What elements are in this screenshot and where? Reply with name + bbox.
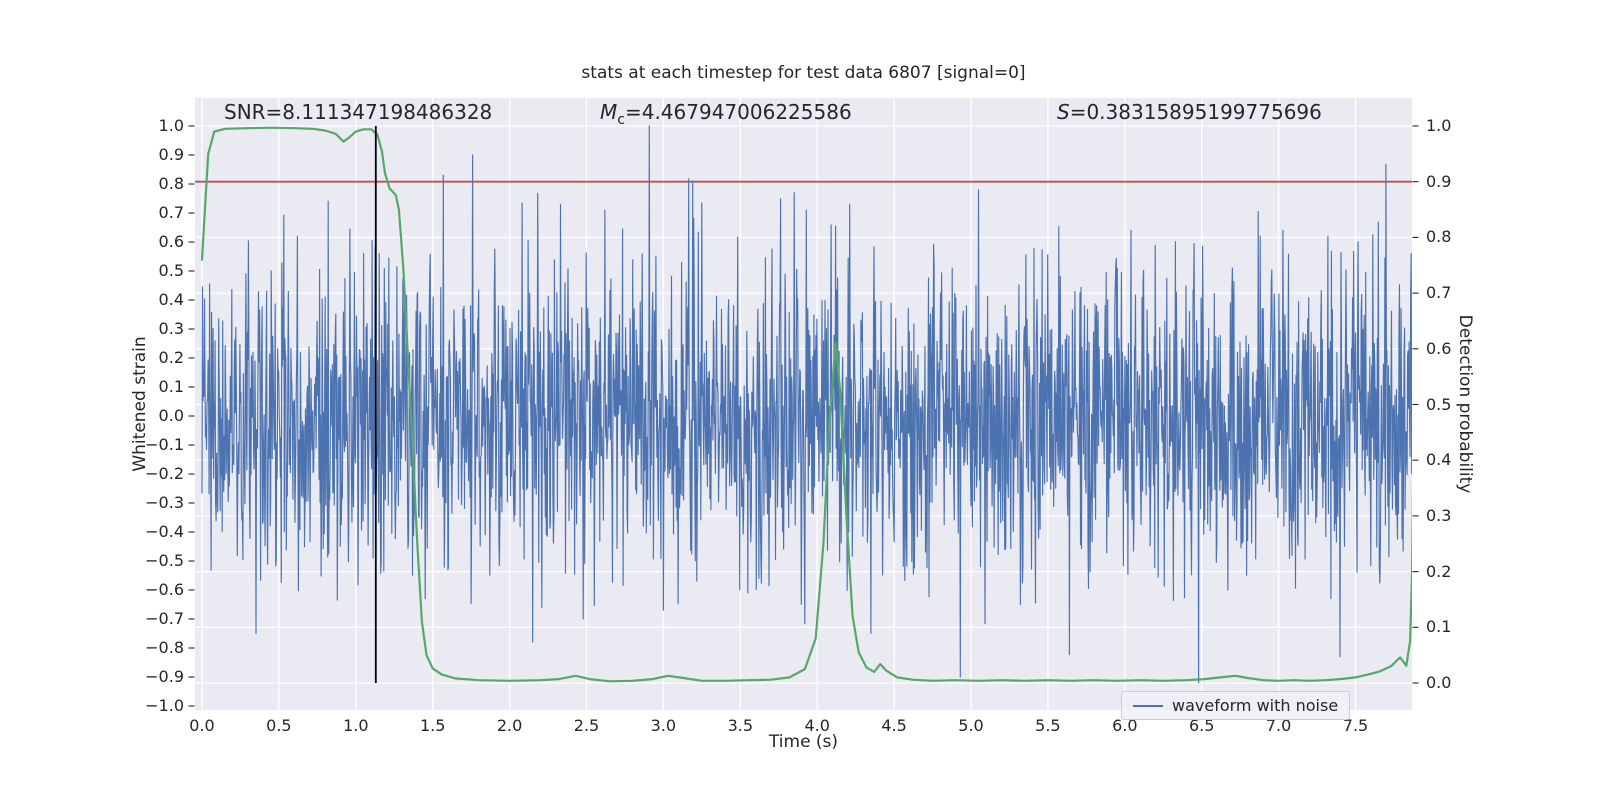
- left-tick-label: 1.0: [158, 116, 184, 135]
- right-tick-label: 0.9: [1426, 171, 1452, 191]
- left-tick-label: −0.3: [145, 493, 184, 512]
- left-tick-label: −0.6: [145, 580, 184, 599]
- right-tick-label: 0.3: [1426, 505, 1452, 525]
- right-tick-label: 0.1: [1426, 617, 1452, 637]
- annotation-mc-value: =4.467947006225586: [624, 100, 852, 124]
- right-tick-label: 0.7: [1426, 283, 1452, 303]
- left-tick-label: 0.6: [158, 232, 184, 251]
- legend: waveform with noise: [1121, 691, 1351, 720]
- left-tick-label: −1.0: [145, 696, 184, 715]
- right-tick-label: 0.8: [1426, 227, 1452, 247]
- left-tick-label: −0.5: [145, 551, 184, 570]
- x-tick-label: 2.5: [573, 716, 600, 735]
- left-tick-label: 0.7: [158, 203, 184, 222]
- left-tick-label: 0.2: [158, 348, 184, 367]
- left-tick-label: 0.3: [158, 319, 184, 338]
- x-tick-label: 3.0: [650, 716, 677, 735]
- right-tick-label: 0.5: [1426, 394, 1452, 414]
- x-tick-label: 0.0: [189, 716, 215, 735]
- x-tick-label: 4.0: [804, 716, 830, 735]
- right-tick-label: 0.0: [1426, 673, 1452, 692]
- x-tick-label: 5.5: [1035, 716, 1061, 735]
- x-tick-label: 1.0: [343, 716, 369, 735]
- left-tick-label: 0.8: [158, 174, 184, 193]
- annotation-mc-subscript: c: [617, 112, 625, 128]
- legend-line-swatch: [1133, 704, 1163, 707]
- legend-label: waveform with noise: [1172, 696, 1339, 715]
- chart-title: stats at each timestep for test data 680…: [581, 63, 1026, 83]
- annotation-snr-text: SNR=8.111347198486328: [224, 100, 493, 124]
- annotation-snr: SNR=8.111347198486328: [224, 100, 492, 124]
- x-tick-label: 1.5: [419, 716, 446, 735]
- left-tick-label: 0.1: [158, 377, 184, 396]
- left-tick-label: −0.7: [145, 609, 184, 628]
- figure: stats at each timestep for test data 680…: [0, 0, 1600, 800]
- right-axis-label: Detection probability: [1455, 314, 1475, 494]
- right-tick-label: 0.6: [1426, 338, 1452, 358]
- x-tick-label: 3.5: [727, 716, 754, 735]
- annotation-mc-symbol: M: [600, 100, 618, 124]
- left-tick-label: −0.8: [145, 638, 184, 657]
- x-tick-label: 0.5: [266, 716, 292, 735]
- left-tick-label: 0.0: [158, 406, 184, 425]
- x-tick-label: 5.0: [958, 716, 984, 735]
- annotation-s-symbol: S: [1057, 100, 1070, 124]
- x-tick-label: 4.5: [881, 716, 907, 735]
- annotation-s-value: =0.38315895199775696: [1069, 100, 1322, 124]
- left-tick-label: 0.9: [158, 145, 184, 164]
- left-tick-label: −0.1: [145, 435, 184, 454]
- left-tick-label: −0.9: [145, 667, 184, 686]
- right-tick-label: 1.0: [1426, 116, 1452, 135]
- annotation-chirp-mass: Mc=4.467947006225586: [600, 100, 852, 128]
- annotation-s-stat: S=0.38315895199775696: [1057, 100, 1322, 124]
- right-tick-label: 0.2: [1426, 561, 1452, 581]
- left-tick-label: 0.5: [158, 261, 184, 280]
- left-tick-label: 0.4: [158, 290, 184, 309]
- x-tick-label: 2.0: [496, 716, 523, 735]
- left-tick-label: −0.4: [145, 522, 184, 541]
- left-tick-label: −0.2: [145, 464, 184, 483]
- right-tick-label: 0.4: [1426, 450, 1452, 470]
